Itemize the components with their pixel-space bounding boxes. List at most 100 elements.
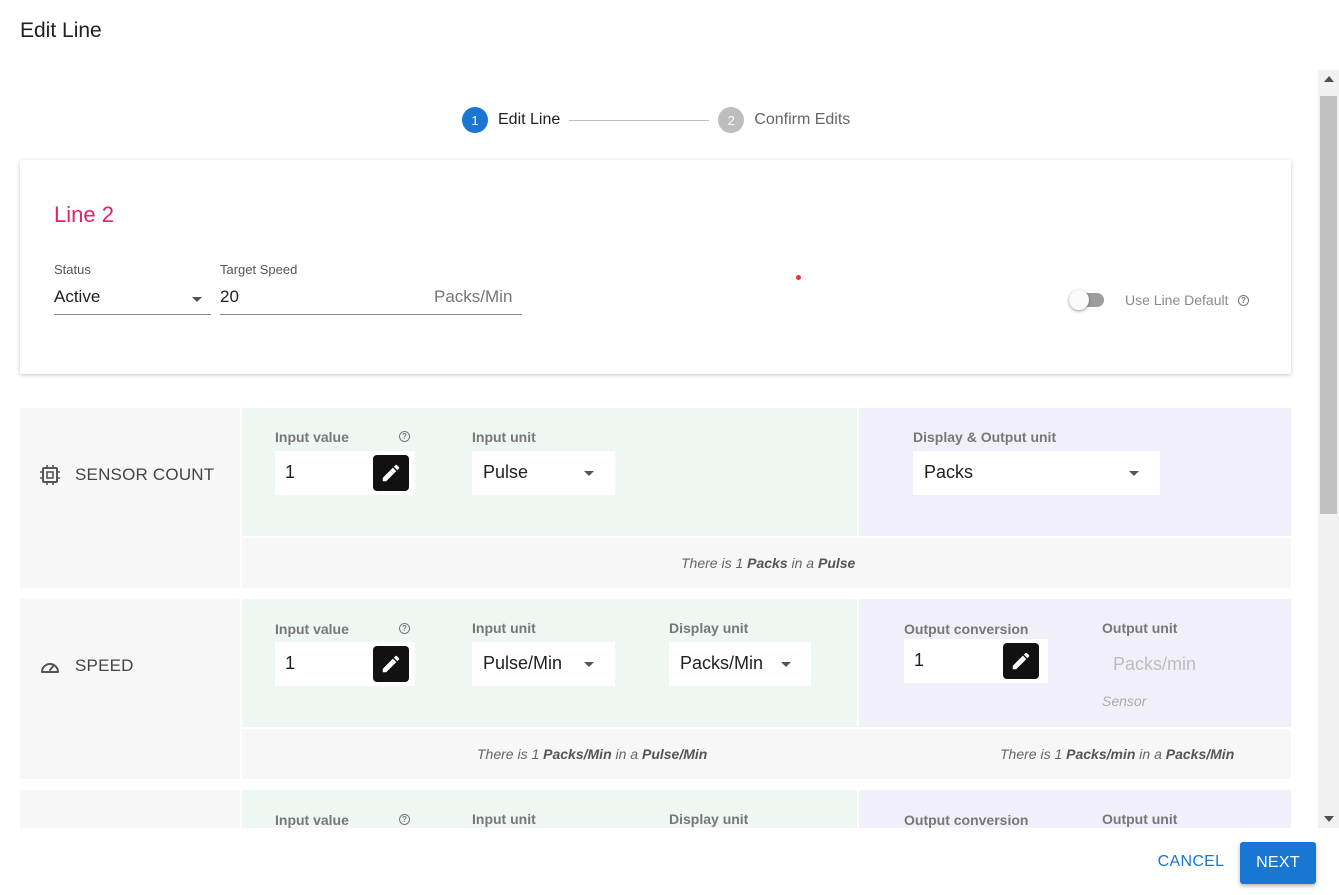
- conversion-unit-b: Packs/Min: [1165, 746, 1235, 762]
- chevron-down-icon: [781, 662, 791, 667]
- input-unit-value: Pulse/Min: [483, 653, 563, 673]
- dialog-title: Edit Line: [20, 19, 102, 42]
- conversion-unit-a: Packs/Min: [543, 746, 612, 762]
- display-output-unit-select[interactable]: Packs: [913, 451, 1160, 495]
- line-card: Line 2 Status Active Target Speed 20 Pac…: [20, 160, 1291, 374]
- step-1-number: 1: [462, 107, 488, 133]
- target-speed-unit: Packs/Min: [434, 287, 513, 306]
- pencil-icon: [1012, 652, 1030, 670]
- input-value-label: Input value: [275, 621, 349, 637]
- help-icon[interactable]: ?: [399, 431, 410, 442]
- speed-title: SPEED: [75, 656, 134, 675]
- scroll-up-icon[interactable]: [1324, 76, 1334, 82]
- chevron-down-icon: [584, 471, 594, 476]
- conversion-unit-a: Packs: [747, 555, 788, 571]
- input-unit-label: Input unit: [472, 429, 536, 445]
- sensor-count-title: SENSOR COUNT: [75, 465, 215, 484]
- third-unit-row: Input value ? Input unit Display unit Ou…: [20, 790, 1291, 828]
- status-select[interactable]: Active: [54, 284, 211, 315]
- next-button[interactable]: NEXT: [1240, 842, 1316, 884]
- line-name: Line 2: [54, 202, 114, 227]
- conversion-mid: in a: [787, 555, 818, 571]
- third-row-input-panel: Input value ? Input unit Display unit: [242, 790, 857, 828]
- help-icon[interactable]: ?: [399, 623, 410, 634]
- speed-output-conversion-text: There is 1 Packs/min in a Packs/Min: [1000, 746, 1234, 762]
- pencil-icon: [382, 464, 400, 482]
- chip-icon: [40, 465, 60, 485]
- output-unit-label: Output unit: [1102, 620, 1178, 636]
- edit-button[interactable]: [373, 646, 409, 682]
- chevron-down-icon: [584, 662, 594, 667]
- conversion-mid: in a: [1135, 746, 1166, 762]
- conversion-mid: in a: [611, 746, 642, 762]
- display-output-unit-label: Display & Output unit: [913, 429, 1057, 445]
- scroll-down-icon[interactable]: [1324, 816, 1334, 822]
- edit-button[interactable]: [1003, 643, 1039, 679]
- step-1-label: Edit Line: [498, 111, 561, 128]
- output-unit-label: Output unit: [1102, 811, 1178, 827]
- third-row-header: [20, 790, 240, 828]
- output-conversion-label: Output conversion: [904, 812, 1029, 828]
- target-speed-value: 20: [220, 287, 239, 306]
- toggle-knob[interactable]: [1069, 290, 1089, 310]
- help-icon[interactable]: ?: [1238, 295, 1249, 306]
- sensor-count-conversion-text: There is 1 Packs in a Pulse: [681, 555, 855, 571]
- sensor-count-header: SENSOR COUNT: [20, 408, 240, 588]
- pencil-icon: [382, 655, 400, 673]
- speed-header: SPEED: [20, 599, 240, 779]
- third-row-output-panel: Output conversion Output unit: [859, 790, 1291, 828]
- conversion-prefix: There is 1: [477, 746, 544, 762]
- input-unit-label: Input unit: [472, 811, 536, 827]
- edit-line-dialog: Edit Line 1 Edit Line 2 Confirm Edits Li…: [0, 0, 1339, 895]
- input-unit-select[interactable]: Pulse/Min: [472, 642, 615, 686]
- speed-input-panel: Input value ? 1 Input unit Pulse/Min Dis…: [242, 599, 857, 727]
- target-speed-input[interactable]: 20 Packs/Min: [220, 284, 522, 315]
- conversion-unit-a: Packs/min: [1066, 746, 1136, 762]
- indicator-dot: [796, 275, 801, 280]
- input-value: 1: [285, 653, 296, 673]
- use-line-default-label: Use Line Default: [1125, 292, 1229, 308]
- vertical-scrollbar[interactable]: [1318, 70, 1339, 828]
- scrollbar-thumb[interactable]: [1320, 96, 1337, 514]
- conversion-prefix: There is 1: [681, 555, 748, 571]
- display-unit-label: Display unit: [669, 620, 749, 636]
- edit-button[interactable]: [373, 455, 409, 491]
- display-output-unit-value: Packs: [924, 462, 974, 482]
- output-unit-placeholder[interactable]: Packs/min: [1113, 654, 1196, 675]
- chevron-down-icon: [1129, 471, 1139, 476]
- output-unit-source: Sensor: [1102, 693, 1147, 709]
- help-icon[interactable]: ?: [399, 814, 410, 825]
- input-value-field[interactable]: 1: [275, 451, 415, 495]
- input-unit-value: Pulse: [483, 462, 529, 482]
- dialog-content: 1 Edit Line 2 Confirm Edits Line 2 Statu…: [0, 70, 1317, 828]
- input-value-field[interactable]: 1: [275, 642, 415, 686]
- output-conversion-field[interactable]: 1: [904, 639, 1048, 683]
- conversion-prefix: There is 1: [1000, 746, 1067, 762]
- status-label: Status: [54, 262, 91, 277]
- sensor-count-row: SENSOR COUNT Input value ? 1 Input unit …: [20, 408, 1291, 588]
- conversion-unit-b: Pulse/Min: [641, 746, 708, 762]
- conversion-unit-b: Pulse: [817, 555, 856, 571]
- stepper: 1 Edit Line 2 Confirm Edits: [462, 107, 850, 133]
- sensor-count-conversion-band: There is 1 Packs in a Pulse: [242, 538, 1291, 588]
- input-value-label: Input value: [275, 812, 349, 828]
- cancel-button[interactable]: CANCEL: [1156, 850, 1226, 874]
- step-connector: [569, 119, 710, 121]
- target-speed-label: Target Speed: [220, 262, 298, 277]
- chevron-down-icon: [192, 297, 202, 302]
- display-unit-select[interactable]: Packs/Min: [669, 642, 811, 686]
- step-2-label: Confirm Edits: [754, 111, 851, 128]
- sensor-count-input-panel: Input value ? 1 Input unit Pulse: [242, 408, 857, 536]
- sensor-count-output-panel: Display & Output unit Packs: [859, 408, 1291, 536]
- input-unit-label: Input unit: [472, 620, 536, 636]
- step-2-number: 2: [718, 107, 745, 133]
- display-unit-value: Packs/Min: [680, 653, 764, 673]
- status-value: Active: [54, 287, 101, 306]
- speed-row: SPEED Input value ? 1 Input unit Pulse/M…: [20, 599, 1291, 779]
- speed-conversion-band: There is 1 Packs/Min in a Pulse/Min Ther…: [242, 729, 1291, 779]
- speedometer-icon: [41, 663, 59, 673]
- speed-input-conversion-text: There is 1 Packs/Min in a Pulse/Min: [477, 746, 707, 762]
- input-value: 1: [285, 462, 296, 482]
- speed-output-panel: Output conversion 1 Output unit Packs/mi…: [859, 599, 1291, 727]
- input-unit-select[interactable]: Pulse: [472, 451, 615, 495]
